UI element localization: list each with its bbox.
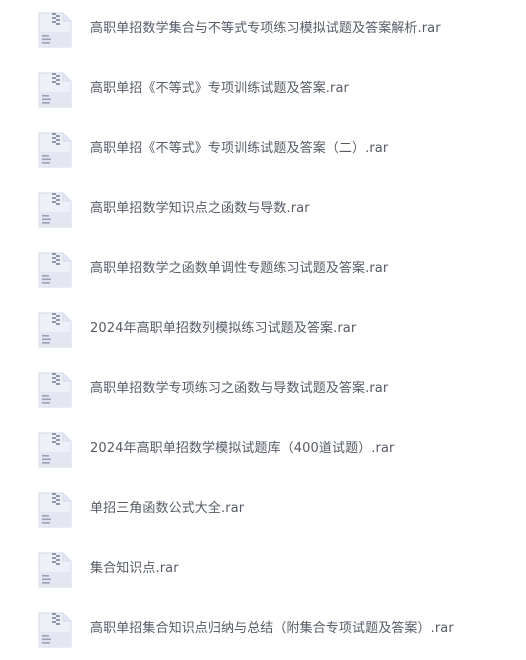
archive-file-icon bbox=[36, 552, 73, 588]
archive-file-icon bbox=[36, 192, 73, 228]
archive-file-icon bbox=[36, 372, 73, 408]
archive-file-icon bbox=[36, 432, 73, 468]
file-item[interactable]: 高职单招《不等式》专项训练试题及答案（二）.rar bbox=[0, 120, 526, 180]
file-item[interactable]: 高职单招《不等式》专项训练试题及答案.rar bbox=[0, 60, 526, 120]
archive-file-icon bbox=[36, 612, 73, 648]
file-list: 高职单招数学集合与不等式专项练习模拟试题及答案解析.rar 高职单招《不等式》专… bbox=[0, 0, 526, 653]
file-item[interactable]: 高职单招集合知识点归纳与总结（附集合专项试题及答案）.rar bbox=[0, 600, 526, 660]
file-name[interactable]: 集合知识点.rar bbox=[90, 559, 179, 579]
file-item[interactable]: 集合知识点.rar bbox=[0, 540, 526, 600]
file-name[interactable]: 高职单招数学集合与不等式专项练习模拟试题及答案解析.rar bbox=[90, 19, 441, 39]
file-item[interactable]: 单招三角函数公式大全.rar bbox=[0, 480, 526, 540]
file-name[interactable]: 高职单招《不等式》专项训练试题及答案（二）.rar bbox=[90, 139, 388, 159]
file-item[interactable]: 高职单招数学知识点之函数与导数.rar bbox=[0, 180, 526, 240]
file-name[interactable]: 高职单招《不等式》专项训练试题及答案.rar bbox=[90, 79, 349, 99]
file-name[interactable]: 高职单招数学之函数单调性专题练习试题及答案.rar bbox=[90, 259, 388, 279]
file-item[interactable]: 高职单招数学专项练习之函数与导数试题及答案.rar bbox=[0, 360, 526, 420]
file-name[interactable]: 高职单招数学专项练习之函数与导数试题及答案.rar bbox=[90, 379, 388, 399]
archive-file-icon bbox=[36, 12, 73, 48]
file-name[interactable]: 高职单招集合知识点归纳与总结（附集合专项试题及答案）.rar bbox=[90, 619, 454, 639]
file-name[interactable]: 单招三角函数公式大全.rar bbox=[90, 499, 244, 519]
file-item[interactable]: 2024年高职单招数学模拟试题库（400道试题）.rar bbox=[0, 420, 526, 480]
archive-file-icon bbox=[36, 252, 73, 288]
file-name[interactable]: 高职单招数学知识点之函数与导数.rar bbox=[90, 199, 310, 219]
archive-file-icon bbox=[36, 312, 73, 348]
file-item[interactable]: 高职单招数学之函数单调性专题练习试题及答案.rar bbox=[0, 240, 526, 300]
archive-file-icon bbox=[36, 492, 73, 528]
file-name[interactable]: 2024年高职单招数列模拟练习试题及答案.rar bbox=[90, 319, 356, 339]
file-item[interactable]: 2024年高职单招数列模拟练习试题及答案.rar bbox=[0, 300, 526, 360]
file-item[interactable]: 高职单招数学集合与不等式专项练习模拟试题及答案解析.rar bbox=[0, 0, 526, 60]
archive-file-icon bbox=[36, 72, 73, 108]
file-name[interactable]: 2024年高职单招数学模拟试题库（400道试题）.rar bbox=[90, 439, 395, 459]
archive-file-icon bbox=[36, 132, 73, 168]
